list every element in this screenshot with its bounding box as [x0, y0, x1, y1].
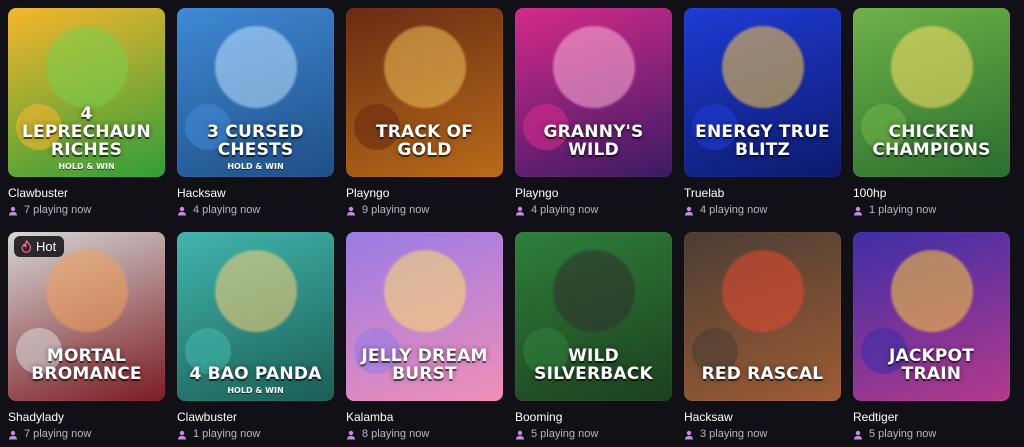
hot-badge: Hot — [14, 236, 65, 257]
game-thumbnail[interactable]: Wild Silverback — [515, 232, 672, 401]
players-count: 4 playing now — [177, 204, 334, 217]
game-thumbnail[interactable]: Hot Mortal Bromance — [8, 232, 165, 401]
game-provider: Redtiger — [853, 410, 899, 424]
user-icon — [346, 206, 356, 216]
game-thumbnail[interactable]: 4 Leprechaun Riches HOLD & WIN — [8, 8, 165, 177]
user-icon — [515, 206, 525, 216]
user-icon — [684, 430, 694, 440]
game-thumbnail[interactable]: Energy True Blitz — [684, 8, 841, 177]
game-provider: 100hp — [853, 186, 887, 200]
game-card[interactable]: 4 Leprechaun Riches HOLD & WIN Clawbuster… — [8, 8, 165, 217]
game-logo-title: Mortal Bromance — [31, 346, 142, 384]
art-shape — [46, 250, 128, 332]
game-logo-title: 4 Leprechaun Riches — [22, 104, 151, 160]
game-provider: Playngo — [346, 186, 390, 200]
art-shape — [553, 250, 635, 332]
players-count: 7 playing now — [8, 204, 165, 217]
user-icon — [8, 430, 18, 440]
game-card[interactable]: Chicken Champions 100hp 1 playing now — [853, 8, 1010, 217]
players-count: 1 playing now — [853, 204, 1010, 217]
game-provider: Kalamba — [346, 410, 394, 424]
game-provider: Playngo — [515, 186, 559, 200]
players-count: 8 playing now — [346, 428, 503, 441]
art-shape — [384, 26, 466, 108]
game-card[interactable]: 3 Cursed Chests HOLD & WIN Hacksaw 4 play… — [177, 8, 334, 217]
game-logo-subtitle: HOLD & WIN — [227, 162, 284, 171]
user-icon — [177, 206, 187, 216]
game-logo-subtitle: HOLD & WIN — [58, 162, 115, 171]
game-thumbnail[interactable]: Jelly Dream Burst — [346, 232, 503, 401]
game-thumbnail[interactable]: Chicken Champions — [853, 8, 1010, 177]
user-icon — [684, 206, 694, 216]
game-card[interactable]: Wild Silverback Booming 5 playing now — [515, 232, 672, 441]
art-shape — [891, 26, 973, 108]
game-card[interactable]: Red Rascal Hacksaw 3 playing now — [684, 232, 841, 441]
art-shape — [722, 26, 804, 108]
game-card[interactable]: Hot Mortal Bromance Shadylady 7 playing … — [8, 232, 165, 441]
players-count: 1 playing now — [177, 428, 334, 441]
art-shape — [722, 250, 804, 332]
game-logo-title: Jelly Dream Burst — [361, 346, 488, 384]
art-shape — [215, 250, 297, 332]
art-shape — [215, 26, 297, 108]
game-logo-title: Energy True Blitz — [695, 122, 830, 160]
user-icon — [177, 430, 187, 440]
game-thumbnail[interactable]: 3 Cursed Chests HOLD & WIN — [177, 8, 334, 177]
game-logo-title: 4 Bao Panda — [189, 364, 322, 384]
game-logo-title: Chicken Champions — [872, 122, 991, 160]
game-card[interactable]: Energy True Blitz Truelab 4 playing now — [684, 8, 841, 217]
game-thumbnail[interactable]: Jackpot Train — [853, 232, 1010, 401]
players-count: 5 playing now — [515, 428, 672, 441]
game-card[interactable]: Track of Gold Playngo 9 playing now — [346, 8, 503, 217]
game-logo-title: Wild Silverback — [534, 346, 653, 384]
players-count: 4 playing now — [515, 204, 672, 217]
art-shape — [46, 26, 128, 108]
art-shape — [891, 250, 973, 332]
game-thumbnail[interactable]: Track of Gold — [346, 8, 503, 177]
game-logo-subtitle: HOLD & WIN — [227, 386, 284, 395]
game-logo-title: Jackpot Train — [888, 346, 975, 384]
game-thumbnail[interactable]: 4 Bao Panda HOLD & WIN — [177, 232, 334, 401]
game-card[interactable]: Jackpot Train Redtiger 5 playing now — [853, 232, 1010, 441]
game-provider: Booming — [515, 410, 563, 424]
game-logo-title: Track of Gold — [375, 122, 474, 160]
user-icon — [853, 430, 863, 440]
user-icon — [8, 206, 18, 216]
user-icon — [346, 430, 356, 440]
players-count: 7 playing now — [8, 428, 165, 441]
game-card[interactable]: Granny's Wild Playngo 4 playing now — [515, 8, 672, 217]
game-provider: Truelab — [684, 186, 725, 200]
players-count: 3 playing now — [684, 428, 841, 441]
game-provider: Clawbuster — [177, 410, 238, 424]
game-provider: Hacksaw — [177, 186, 226, 200]
flame-icon — [21, 240, 32, 253]
game-card[interactable]: 4 Bao Panda HOLD & WIN Clawbuster 1 playi… — [177, 232, 334, 441]
players-count: 4 playing now — [684, 204, 841, 217]
game-logo-title: Red Rascal — [701, 364, 824, 384]
user-icon — [853, 206, 863, 216]
game-logo-title: 3 Cursed Chests — [207, 122, 304, 160]
game-logo-title: Granny's Wild — [543, 122, 644, 160]
game-provider: Hacksaw — [684, 410, 733, 424]
art-shape — [384, 250, 466, 332]
game-thumbnail[interactable]: Red Rascal — [684, 232, 841, 401]
game-provider: Shadylady — [8, 410, 65, 424]
players-count: 5 playing now — [853, 428, 1010, 441]
game-provider: Clawbuster — [8, 186, 69, 200]
game-thumbnail[interactable]: Granny's Wild — [515, 8, 672, 177]
games-grid: 4 Leprechaun Riches HOLD & WIN Clawbuster… — [0, 0, 1024, 447]
players-count: 9 playing now — [346, 204, 503, 217]
game-card[interactable]: Jelly Dream Burst Kalamba 8 playing now — [346, 232, 503, 441]
user-icon — [515, 430, 525, 440]
art-shape — [553, 26, 635, 108]
